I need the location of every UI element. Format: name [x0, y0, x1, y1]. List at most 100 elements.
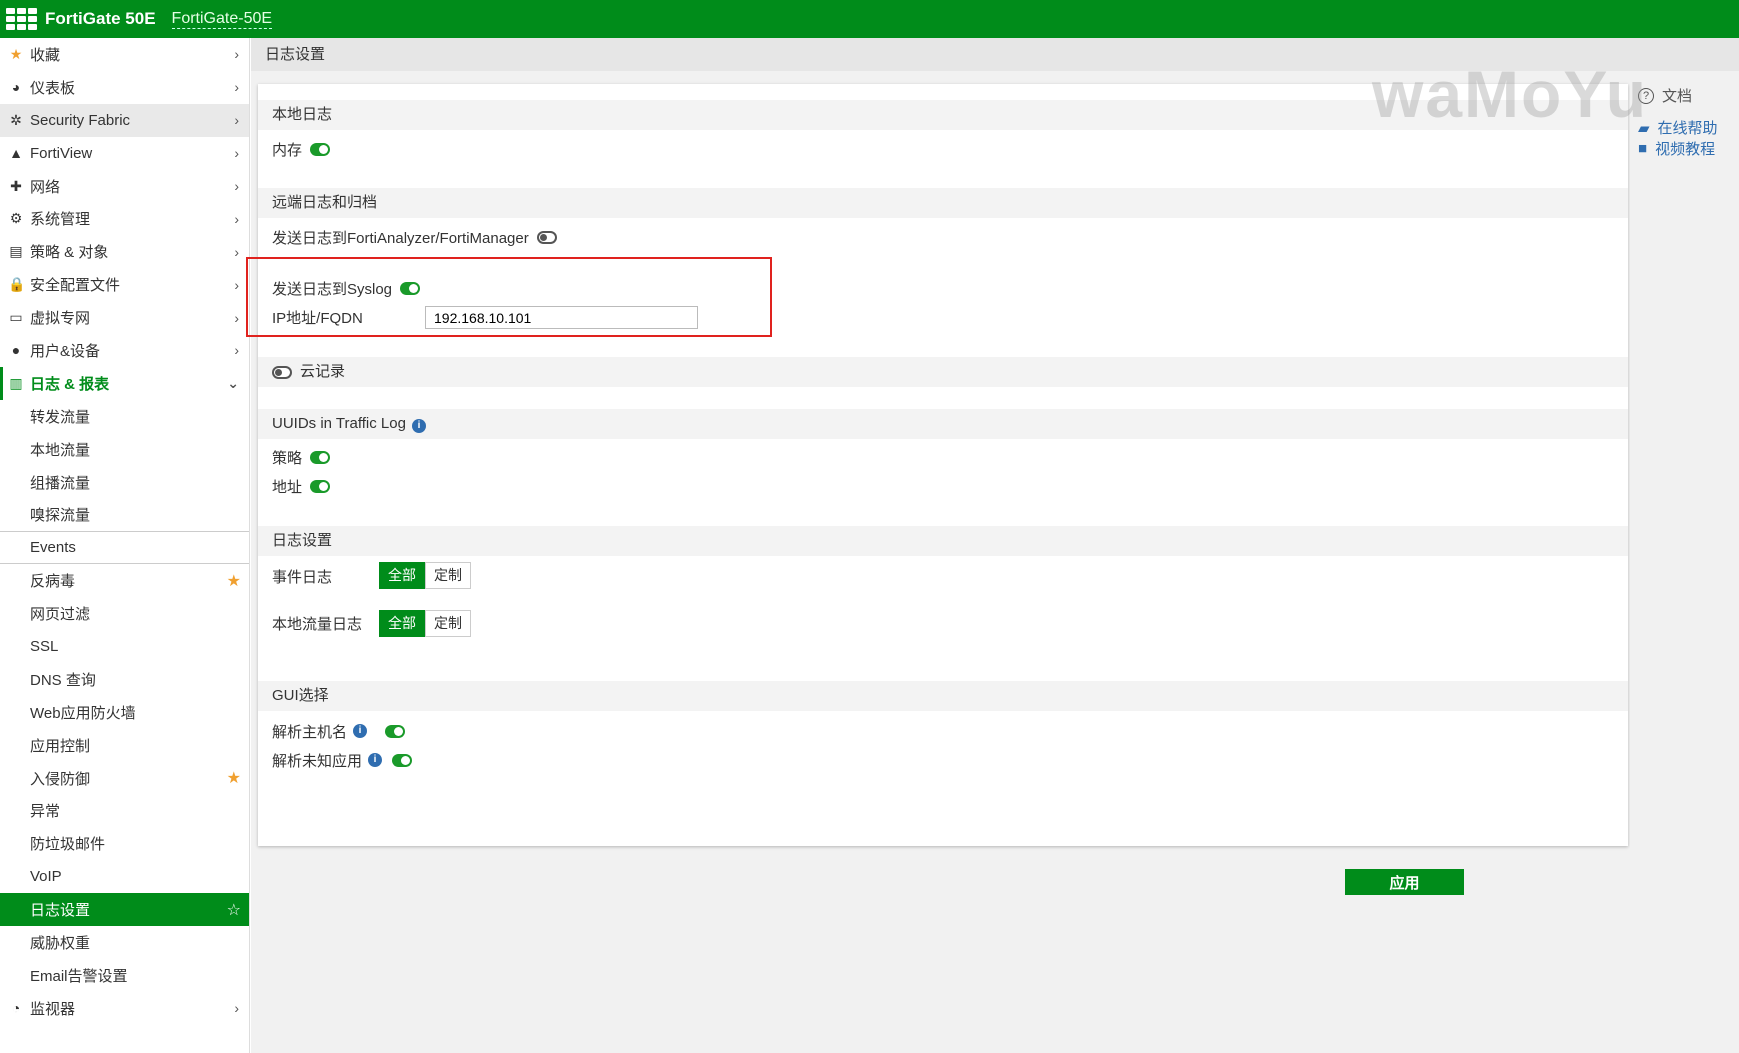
sidebar-sub-item-8[interactable]: DNS 查询	[0, 663, 249, 696]
chevron-right-icon: ›	[234, 342, 239, 359]
favorite-star-icon[interactable]: ★	[227, 571, 241, 591]
brand-name: FortiGate 50E	[45, 9, 156, 28]
sidebar-sub-item-1[interactable]: 本地流量	[0, 433, 249, 466]
sidebar-item-4[interactable]: ✚ 网络 ›	[0, 170, 249, 203]
syslog-label: 发送日志到Syslog	[272, 280, 393, 298]
ip-label: IP地址/FQDN	[272, 309, 363, 327]
info-icon[interactable]: i	[368, 753, 383, 767]
sidebar-item-7[interactable]: 🔒 安全配置文件 ›	[0, 268, 249, 301]
local-traffic-custom[interactable]: 定制	[425, 610, 471, 637]
event-log-all[interactable]: 全部	[379, 562, 425, 589]
sidebar-item-1[interactable]: ◕ 仪表板 ›	[0, 71, 249, 104]
sidebar-item-0[interactable]: ★ 收藏 ›	[0, 38, 249, 71]
sidebar-sub-item-3[interactable]: 嗅探流量	[0, 498, 249, 531]
chevron-right-icon: ›	[234, 178, 239, 194]
syslog-toggle[interactable]	[400, 281, 421, 295]
sidebar-item-5-icon: ⚙	[9, 210, 23, 227]
video-tutorial-link[interactable]: ■ 视频教程	[1638, 138, 1715, 159]
section-uuid: UUIDs in Traffic Log i	[258, 409, 1628, 439]
sidebar-sub-item-2[interactable]: 组播流量	[0, 466, 249, 499]
sidebar-sub-item-16[interactable]: 威胁权重	[0, 926, 249, 959]
top-header: FortiGate 50E FortiGate-50E	[0, 0, 1739, 38]
sidebar-item-label: Web应用防火墙	[30, 704, 136, 722]
sidebar-item-0-icon: ★	[9, 45, 23, 62]
sidebar-sub-item-15[interactable]: 日志设置 ☆	[0, 893, 249, 927]
policy-toggle[interactable]	[310, 450, 331, 464]
sidebar-item-6[interactable]: ▤ 策略 & 对象 ›	[0, 235, 249, 268]
sidebar-item-label: SSL	[30, 637, 59, 655]
sidebar-sub-item-10[interactable]: 应用控制	[0, 729, 249, 762]
sidebar-sub-item-9[interactable]: Web应用防火墙	[0, 696, 249, 729]
sidebar-item-2[interactable]: ✲ Security Fabric ›	[0, 103, 249, 137]
sidebar-item-10[interactable]: ▥ 日志 & 报表 ⌄	[0, 366, 249, 400]
sidebar-item-label: 日志设置	[30, 902, 91, 920]
favorite-star-icon[interactable]: ☆	[227, 900, 241, 920]
sidebar-sub-item-17[interactable]: Email告警设置	[0, 959, 249, 992]
chevron-right-icon: ›	[234, 46, 239, 63]
sidebar-item-4-icon: ✚	[10, 177, 22, 194]
sidebar-item-label: 本地流量	[30, 441, 91, 459]
sidebar-item-label: 用户&设备	[30, 342, 101, 360]
sidebar-sub-item-4[interactable]: Events	[0, 531, 249, 565]
local-traffic-log-label: 本地流量日志	[272, 615, 363, 633]
sidebar-sub-item-14[interactable]: VoIP	[0, 860, 249, 893]
syslog-ip-input[interactable]	[425, 306, 698, 329]
sidebar-item-9[interactable]: ● 用户&设备 ›	[0, 334, 249, 367]
sidebar-item-label: 策略 & 对象	[30, 244, 109, 262]
sidebar-item-label: 日志 & 报表	[30, 375, 110, 393]
section-log-settings: 日志设置	[258, 526, 1628, 556]
sidebar-item-label: FortiView	[30, 144, 93, 162]
sidebar-sub-item-0[interactable]: 转发流量	[0, 400, 249, 433]
policy-label: 策略	[272, 449, 303, 467]
sidebar-item-label: 异常	[30, 803, 61, 821]
sidebar-item-label: Email告警设置	[30, 967, 128, 985]
cloud-toggle[interactable]	[272, 365, 292, 379]
local-traffic-all[interactable]: 全部	[379, 610, 425, 637]
sidebar-item-5[interactable]: ⚙ 系统管理 ›	[0, 202, 249, 235]
chevron-down-icon: ⌄	[227, 374, 239, 391]
sidebar-item-8-icon: ▭	[9, 309, 23, 326]
sidebar: ★ 收藏 › ◕ 仪表板 › ✲ Security Fabric › ▲ FortiView › ✚ 网络…	[0, 38, 250, 1053]
sidebar-sub-item-11[interactable]: 入侵防御 ★	[0, 762, 249, 795]
info-icon[interactable]: i	[353, 724, 368, 738]
sidebar-sub-item-5[interactable]: 反病毒 ★	[0, 564, 249, 597]
address-row: 地址	[272, 474, 331, 498]
sidebar-item-label: 系统管理	[30, 211, 91, 229]
chevron-right-icon: ›	[234, 79, 239, 96]
docs-label: 文档	[1662, 88, 1693, 105]
online-help-label: 在线帮助	[1657, 120, 1718, 137]
info-icon[interactable]: i	[411, 419, 426, 433]
favorite-star-icon[interactable]: ★	[227, 768, 241, 788]
sidebar-sub-item-7[interactable]: SSL	[0, 630, 249, 663]
sidebar-item-label: Events	[30, 539, 76, 557]
watermark: waMoYu	[1372, 57, 1649, 131]
chevron-right-icon: ›	[234, 145, 239, 162]
event-log-custom[interactable]: 定制	[425, 562, 471, 589]
section-gui: GUI选择	[258, 681, 1628, 711]
sidebar-sub-item-12[interactable]: 异常	[0, 794, 249, 827]
sidebar-sub-item-6[interactable]: 网页过滤	[0, 597, 249, 630]
memory-row: 内存	[272, 137, 331, 161]
apply-button[interactable]: 应用	[1345, 869, 1464, 895]
sidebar-item-label: 嗅探流量	[30, 507, 91, 525]
sidebar-item-3[interactable]: ▲ FortiView ›	[0, 137, 249, 170]
sidebar-item-8[interactable]: ▭ 虚拟专网 ›	[0, 301, 249, 334]
sidebar-sub-item-13[interactable]: 防垃圾邮件	[0, 827, 249, 860]
memory-toggle[interactable]	[310, 142, 331, 156]
resolve-host-toggle[interactable]	[385, 724, 406, 738]
address-label: 地址	[272, 478, 303, 496]
sidebar-item-monitor[interactable]: ◔ 监视器 ›	[0, 992, 249, 1025]
policy-row: 策略	[272, 445, 331, 469]
hostname-link[interactable]: FortiGate-50E	[171, 10, 273, 29]
sidebar-item-label: 应用控制	[30, 737, 91, 755]
video-camera-icon: ■	[1638, 140, 1648, 157]
address-toggle[interactable]	[310, 479, 331, 493]
sidebar-item-7-icon: 🔒	[8, 276, 26, 293]
sidebar-item-3-icon: ▲	[9, 145, 23, 162]
sidebar-item-label: 虚拟专网	[30, 310, 91, 328]
resolve-app-toggle[interactable]	[392, 753, 413, 767]
faz-toggle[interactable]	[536, 230, 557, 244]
memory-label: 内存	[272, 141, 303, 159]
online-help-link[interactable]: ▰ 在线帮助	[1638, 117, 1718, 138]
resolve-host-row: 解析主机名 i	[272, 719, 406, 743]
